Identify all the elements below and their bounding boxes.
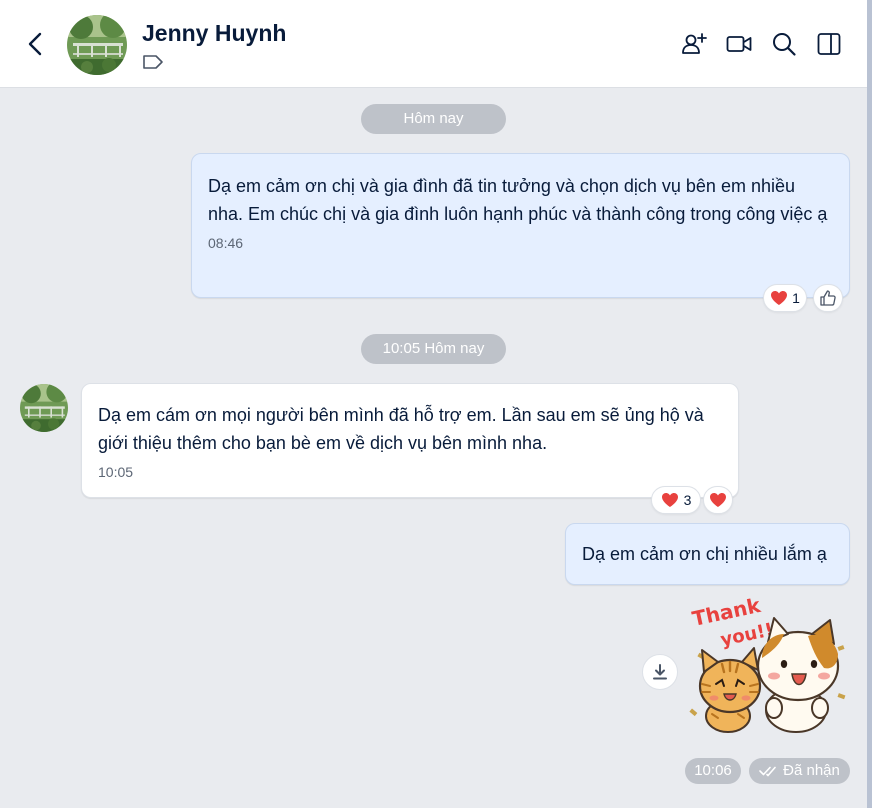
message-text: Dạ em cảm ơn chị và gia đình đã tin tưởn… xyxy=(208,176,828,224)
add-member-icon[interactable] xyxy=(681,31,707,57)
scrollbar[interactable] xyxy=(867,0,872,808)
heart-icon xyxy=(710,493,726,507)
message-time: 10:05 xyxy=(98,464,134,480)
back-icon[interactable] xyxy=(22,30,50,58)
download-button[interactable] xyxy=(642,654,678,690)
reaction-badge[interactable]: 1 xyxy=(763,284,807,312)
search-icon[interactable] xyxy=(771,31,797,57)
chat-header: Jenny Huynh xyxy=(0,0,868,88)
heart-icon xyxy=(661,493,678,507)
reaction-count: 3 xyxy=(683,492,692,508)
download-icon xyxy=(653,664,667,680)
thank-you-cats-sticker[interactable]: Thank you!! xyxy=(688,598,850,736)
react-button[interactable] xyxy=(703,486,733,514)
message-time: 08:46 xyxy=(208,235,244,251)
react-button[interactable] xyxy=(813,284,843,312)
message-text: Dạ em cám ơn mọi người bên mình đã hỗ tr… xyxy=(98,405,704,453)
sender-avatar[interactable] xyxy=(20,384,68,432)
double-check-icon xyxy=(759,766,776,777)
delivery-status: Đã nhận xyxy=(749,758,850,784)
delivery-status-text: Đã nhận xyxy=(783,762,840,779)
thumbs-up-icon xyxy=(820,290,836,306)
contact-avatar[interactable] xyxy=(67,15,127,75)
outgoing-message[interactable]: Dạ em cảm ơn chị nhiều lắm ạ xyxy=(565,523,850,585)
date-separator: 10:05 Hôm nay xyxy=(361,334,506,364)
message-text: Dạ em cảm ơn chị nhiều lắm ạ xyxy=(582,544,827,564)
reaction-count: 1 xyxy=(792,290,800,306)
incoming-message[interactable]: Dạ em cám ơn mọi người bên mình đã hỗ tr… xyxy=(81,383,739,498)
reaction-badge[interactable]: 3 xyxy=(651,486,701,514)
video-call-icon[interactable] xyxy=(726,31,752,57)
outgoing-message[interactable]: Dạ em cảm ơn chị và gia đình đã tin tưởn… xyxy=(191,153,850,298)
tag-icon[interactable] xyxy=(142,53,164,71)
sidebar-toggle-icon[interactable] xyxy=(816,31,842,57)
heart-icon xyxy=(771,291,788,305)
message-time: 10:06 xyxy=(685,758,741,784)
contact-name[interactable]: Jenny Huynh xyxy=(142,20,286,47)
date-separator: Hôm nay xyxy=(361,104,506,134)
